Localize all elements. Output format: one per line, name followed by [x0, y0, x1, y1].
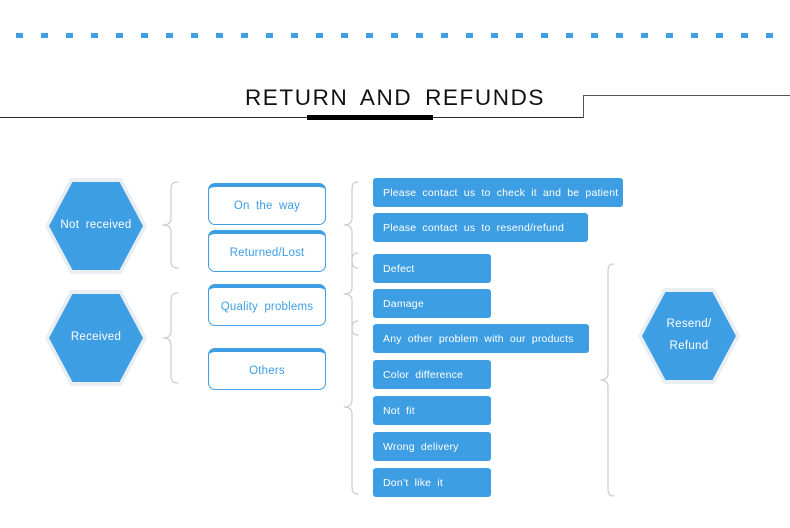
- node-dont-like-it-label: Don’t like it: [383, 476, 443, 489]
- node-any-other-problem-label: Any other problem with our products: [383, 332, 574, 345]
- slide-canvas: RETURN AND REFUNDS Not received Received…: [0, 0, 790, 528]
- node-others[interactable]: Others: [208, 348, 326, 390]
- node-color-difference[interactable]: Color difference: [373, 360, 491, 389]
- node-not-fit-label: Not fit: [383, 404, 415, 417]
- node-quality-problems-label: Quality problems: [220, 300, 314, 313]
- node-contact-check[interactable]: Please contact us to check it and be pat…: [373, 178, 623, 207]
- brace-received: [160, 292, 182, 384]
- node-resend-refund-label-line1: Resend/: [666, 318, 712, 331]
- node-resend-refund-label-line2: Refund: [669, 340, 709, 352]
- page-title: RETURN AND REFUNDS: [244, 85, 546, 110]
- node-returned-lost-label: Returned/Lost: [229, 246, 305, 259]
- node-on-the-way[interactable]: On the way: [208, 183, 326, 225]
- node-any-other-problem[interactable]: Any other problem with our products: [373, 324, 589, 353]
- brace-others: [342, 320, 362, 495]
- node-defect[interactable]: Defect: [373, 254, 491, 283]
- node-on-the-way-label: On the way: [233, 199, 301, 212]
- node-contact-resend-refund-label: Please contact us to resend/refund: [383, 221, 565, 234]
- node-defect-label: Defect: [383, 262, 415, 275]
- node-damage-label: Damage: [383, 297, 424, 310]
- node-returned-lost[interactable]: Returned/Lost: [208, 230, 326, 272]
- node-not-fit[interactable]: Not fit: [373, 396, 491, 425]
- node-damage[interactable]: Damage: [373, 289, 491, 318]
- node-dont-like-it[interactable]: Don’t like it: [373, 468, 491, 497]
- node-wrong-delivery-label: Wrong delivery: [383, 440, 459, 453]
- node-quality-problems[interactable]: Quality problems: [208, 284, 326, 326]
- header-rule-right: [583, 95, 790, 96]
- node-received-label: Received: [70, 331, 122, 344]
- node-color-difference-label: Color difference: [383, 368, 464, 381]
- header-rule-riser: [583, 95, 584, 118]
- node-contact-check-label: Please contact us to check it and be pat…: [383, 186, 619, 199]
- title-underline-bar: [307, 115, 433, 120]
- node-wrong-delivery[interactable]: Wrong delivery: [373, 432, 491, 461]
- node-others-label: Others: [249, 364, 285, 377]
- brace-not-received: [160, 181, 182, 269]
- node-contact-resend-refund[interactable]: Please contact us to resend/refund: [373, 213, 588, 242]
- header-rule-left: [0, 117, 584, 118]
- brace-resolution: [600, 263, 618, 497]
- dotted-divider: [16, 33, 778, 38]
- node-not-received-label: Not received: [60, 219, 132, 232]
